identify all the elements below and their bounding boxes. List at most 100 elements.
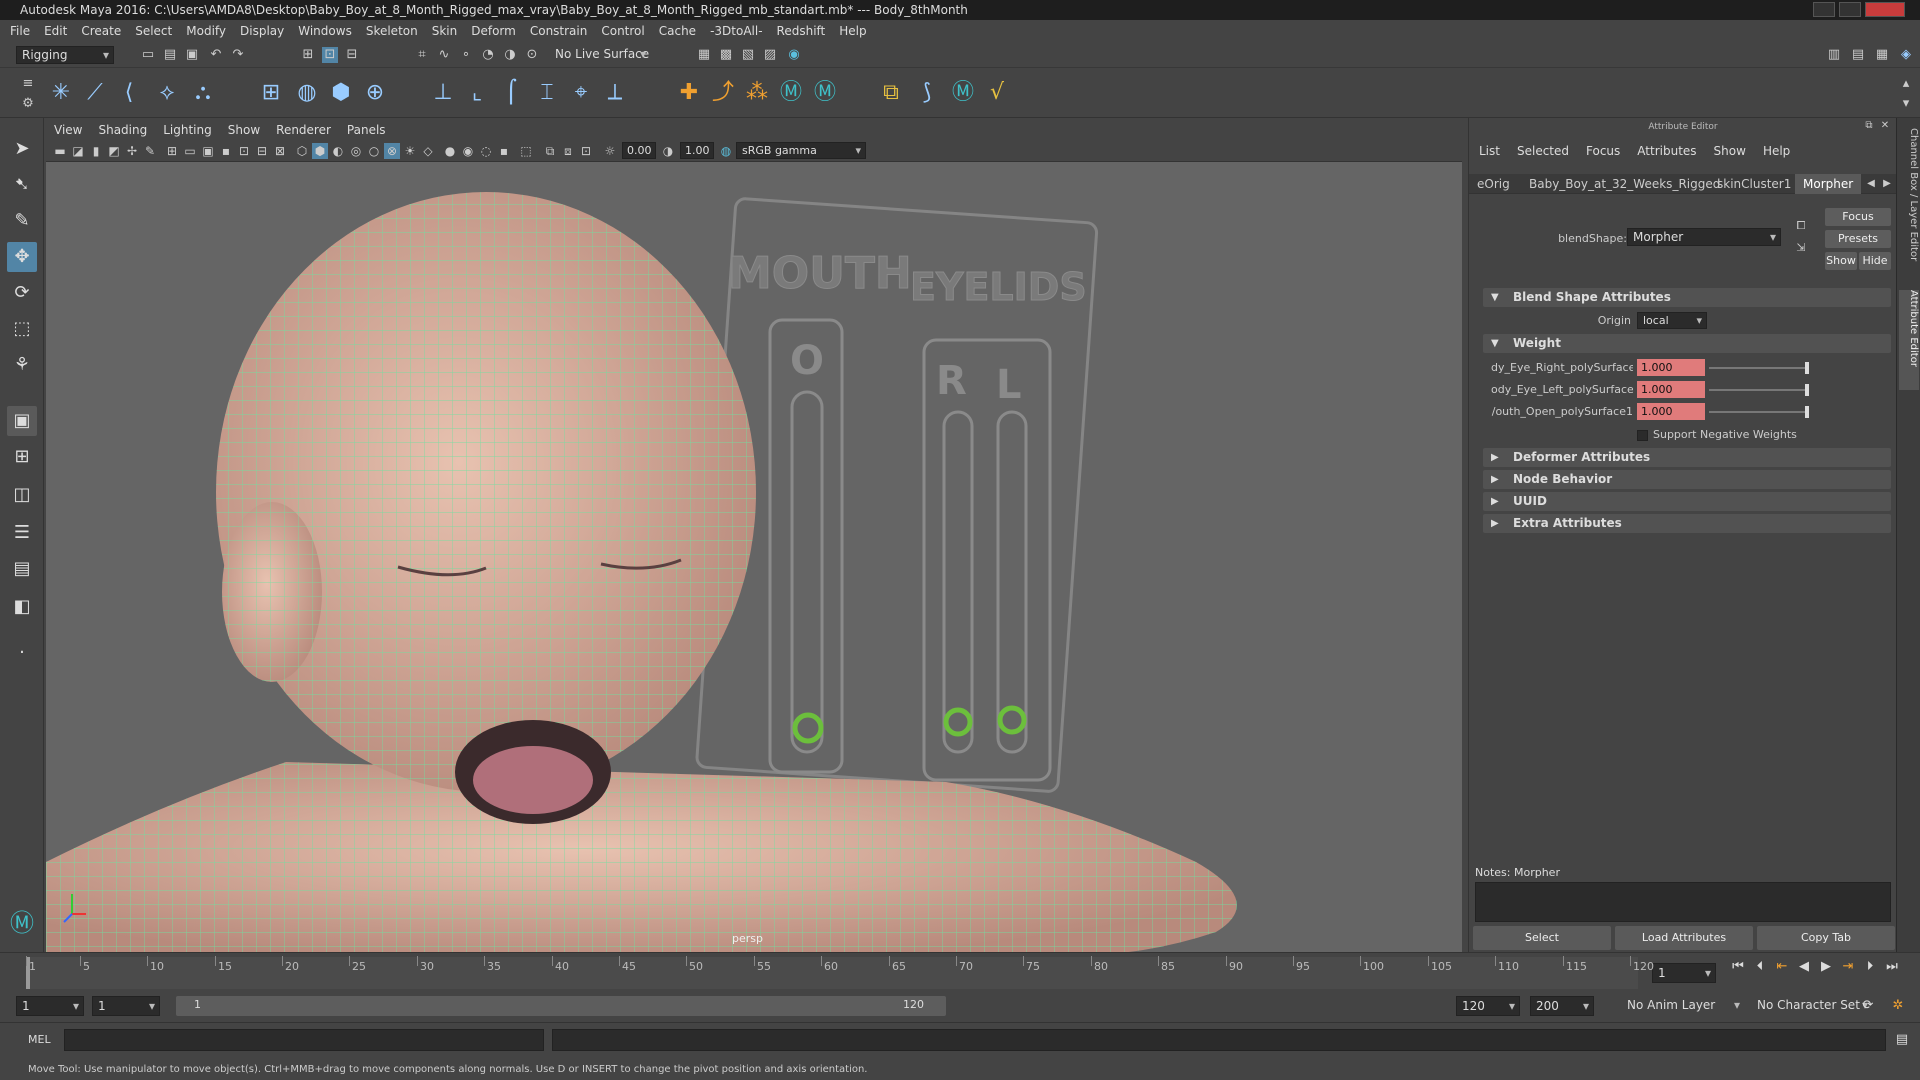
tab-baby-boy-rigged[interactable]: Baby_Boy_at_32_Weeks_Rigged bbox=[1521, 174, 1728, 194]
uuid-section[interactable]: ▶ UUID bbox=[1483, 492, 1891, 511]
xray-icon[interactable]: ⬚ bbox=[518, 143, 534, 159]
undo-icon[interactable]: ↶ bbox=[208, 47, 224, 63]
aim-constraint-icon[interactable]: ⌖ bbox=[566, 78, 596, 108]
select-node-icon[interactable]: ⧠ bbox=[1793, 218, 1809, 234]
menu-skeleton[interactable]: Skeleton bbox=[366, 24, 418, 38]
slider-handle[interactable] bbox=[1805, 406, 1809, 418]
maximize-button[interactable] bbox=[1839, 2, 1861, 17]
notes-field[interactable] bbox=[1475, 882, 1891, 922]
animation-start-field[interactable]: 1 bbox=[16, 996, 84, 1016]
wireframe-icon[interactable]: ⬡ bbox=[294, 143, 310, 159]
attribute-editor-toggle-icon[interactable]: ▤ bbox=[1850, 47, 1866, 63]
menu-display[interactable]: Display bbox=[240, 24, 284, 38]
menu-cache[interactable]: Cache bbox=[659, 24, 696, 38]
menu-redshift[interactable]: Redshift bbox=[777, 24, 826, 38]
new-scene-icon[interactable]: ▭ bbox=[140, 47, 156, 63]
render-view-icon[interactable]: ▨ bbox=[762, 47, 778, 63]
shelf-scroll-up-icon[interactable]: ▴ bbox=[1898, 76, 1914, 92]
snap-live-icon[interactable]: ⊙ bbox=[524, 47, 540, 63]
copy-tab-button[interactable]: Copy Tab bbox=[1757, 926, 1895, 950]
menu-control[interactable]: Control bbox=[601, 24, 644, 38]
command-input[interactable] bbox=[64, 1029, 544, 1051]
color-management-icon[interactable]: ◍ bbox=[718, 143, 734, 159]
wire-deformer-icon[interactable]: ⟆ bbox=[912, 78, 942, 108]
viewport-panel[interactable]: View Shading Lighting Show Renderer Pane… bbox=[46, 120, 1462, 952]
set-driven-key-icon[interactable]: ⁂ bbox=[742, 78, 772, 108]
snap-surface-icon[interactable]: ◑ bbox=[502, 47, 518, 63]
snap-curve-icon[interactable]: ∿ bbox=[436, 47, 452, 63]
node-behavior-section[interactable]: ▶ Node Behavior bbox=[1483, 470, 1891, 489]
pole-vector-icon[interactable]: ⟂ bbox=[600, 78, 630, 108]
shelf-settings-icon[interactable]: ⚙ bbox=[20, 96, 36, 112]
menu-windows[interactable]: Windows bbox=[298, 24, 352, 38]
2d-pan-zoom-icon[interactable]: ✢ bbox=[124, 143, 140, 159]
mirror-joint-icon[interactable]: ⛬ bbox=[188, 78, 218, 108]
select-component-icon[interactable]: ⊟ bbox=[344, 47, 360, 63]
gamma-icon[interactable]: ◑ bbox=[660, 143, 676, 159]
weight-section[interactable]: ▼ Weight bbox=[1483, 334, 1891, 353]
step-back-frame-icon[interactable]: ⏴ bbox=[1752, 959, 1768, 975]
ae-menu-attributes[interactable]: Attributes bbox=[1637, 144, 1696, 158]
grid-icon[interactable]: ⊞ bbox=[164, 143, 180, 159]
graph-layout-icon[interactable]: ▤ bbox=[7, 554, 37, 584]
slider-handle[interactable] bbox=[1805, 384, 1809, 396]
support-negative-weights-checkbox[interactable] bbox=[1637, 430, 1648, 441]
paint-weights-icon[interactable]: ◍ bbox=[292, 78, 322, 108]
cluster-icon[interactable]: ⊕ bbox=[360, 78, 390, 108]
backface-icon[interactable]: ⊡ bbox=[578, 143, 594, 159]
wireframe-on-shaded-icon[interactable]: ◎ bbox=[348, 143, 364, 159]
menu-skin[interactable]: Skin bbox=[432, 24, 458, 38]
play-backwards-icon[interactable]: ◀ bbox=[1796, 959, 1812, 975]
weight-field-eye-right[interactable]: 1.000 bbox=[1637, 359, 1705, 376]
menuset-dropdown[interactable]: Rigging bbox=[16, 46, 114, 64]
redo-icon[interactable]: ↷ bbox=[230, 47, 246, 63]
menu-modify[interactable]: Modify bbox=[186, 24, 226, 38]
hypershade-layout-icon[interactable]: ◧ bbox=[7, 592, 37, 622]
isolate-select-icon[interactable]: ▪ bbox=[496, 143, 512, 159]
select-button[interactable]: Select bbox=[1473, 926, 1611, 950]
shelf-menu-icon[interactable]: ≡ bbox=[20, 76, 36, 92]
move-tool-icon[interactable]: ✥ bbox=[7, 242, 37, 272]
playback-range-bar[interactable]: 1 120 bbox=[176, 996, 946, 1016]
tab-morpher[interactable]: Morpher bbox=[1795, 174, 1861, 194]
hik-character-icon[interactable]: Ⓜ bbox=[810, 78, 840, 108]
joint-tool-icon[interactable]: ✳ bbox=[46, 78, 76, 108]
vp-menu-lighting[interactable]: Lighting bbox=[163, 123, 212, 137]
focus-button[interactable]: Focus bbox=[1825, 208, 1891, 226]
script-editor-icon[interactable]: ▤ bbox=[1894, 1032, 1910, 1048]
set-key-icon[interactable]: ⤴ bbox=[708, 78, 738, 108]
origin-dropdown[interactable]: local bbox=[1637, 312, 1707, 329]
attribute-editor-tab[interactable]: Attribute Editor bbox=[1899, 290, 1919, 390]
select-tool-icon[interactable]: ➤ bbox=[7, 134, 37, 164]
float-panel-icon[interactable]: ⧉ bbox=[1861, 118, 1877, 134]
depth-of-field-icon[interactable]: ◌ bbox=[478, 143, 494, 159]
tab-skincluster1[interactable]: skinCluster1 bbox=[1709, 174, 1799, 194]
menu-select[interactable]: Select bbox=[135, 24, 172, 38]
two-pane-layout-icon[interactable]: ◫ bbox=[7, 480, 37, 510]
menu-file[interactable]: File bbox=[10, 24, 30, 38]
step-back-key-icon[interactable]: ⇤ bbox=[1774, 959, 1790, 975]
playback-end-field[interactable]: 120 bbox=[1456, 996, 1520, 1016]
hypershade-icon[interactable]: ◉ bbox=[786, 47, 802, 63]
gate-mask-icon[interactable]: ▪ bbox=[218, 143, 234, 159]
exposure-icon[interactable]: ☼ bbox=[602, 143, 618, 159]
ae-menu-list[interactable]: List bbox=[1479, 144, 1500, 158]
menu-constrain[interactable]: Constrain bbox=[530, 24, 588, 38]
ae-menu-help[interactable]: Help bbox=[1763, 144, 1790, 158]
resolution-gate-icon[interactable]: ▣ bbox=[200, 143, 216, 159]
vp-menu-view[interactable]: View bbox=[54, 123, 82, 137]
menu-3dtoall[interactable]: -3DtoAll- bbox=[710, 24, 762, 38]
weight-slider-mouth-open[interactable] bbox=[1709, 406, 1809, 418]
ik-handle-icon[interactable]: ⟋ bbox=[80, 78, 110, 108]
field-chart-icon[interactable]: ⊡ bbox=[236, 143, 252, 159]
eyelid-left-control[interactable] bbox=[997, 705, 1027, 735]
film-gate-icon[interactable]: ▭ bbox=[182, 143, 198, 159]
extra-attributes-section[interactable]: ▶ Extra Attributes bbox=[1483, 514, 1891, 533]
grease-pencil-icon[interactable]: ✎ bbox=[142, 143, 158, 159]
safe-title-icon[interactable]: ⊠ bbox=[272, 143, 288, 159]
anti-aliasing-icon[interactable]: ◉ bbox=[460, 143, 476, 159]
close-panel-icon[interactable]: ✕ bbox=[1877, 118, 1893, 134]
animation-preferences-icon[interactable]: ✲ bbox=[1890, 998, 1906, 1014]
exposure-field[interactable]: 0.00 bbox=[622, 142, 656, 159]
xray-active-icon[interactable]: ⧈ bbox=[560, 143, 576, 159]
